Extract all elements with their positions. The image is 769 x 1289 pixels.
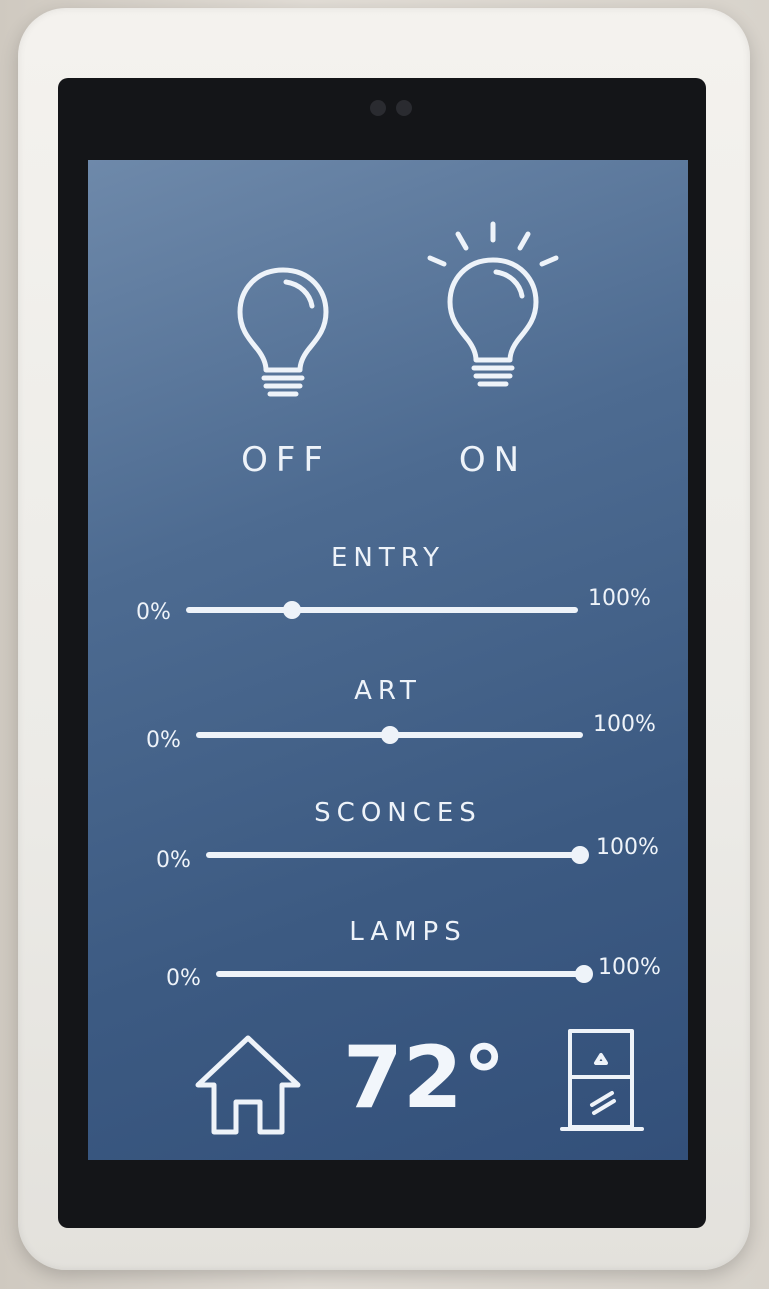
slider-title-entry: ENTRY [330, 543, 446, 573]
lightbulb-off-icon [237, 267, 329, 397]
slider-track-art[interactable] [196, 726, 583, 744]
slider-title-art: ART [354, 676, 422, 706]
slider-track-sconces[interactable] [206, 846, 589, 864]
slider-thumb-art[interactable] [380, 726, 399, 744]
lights-on-button[interactable]: ON [408, 220, 568, 500]
slider-min-label-art: 0% [146, 728, 181, 753]
lightbulb-on-icon [427, 221, 559, 387]
slider-max-label-art: 100% [593, 712, 656, 737]
camera-sensor-right [396, 100, 412, 116]
slider-min-label-lamps: 0% [166, 966, 201, 991]
slider-max-label-entry: 100% [588, 586, 651, 611]
window-icon [560, 1029, 644, 1131]
lights-on-label: ON [458, 440, 528, 480]
lights-off-button[interactable]: OFF [208, 250, 358, 510]
lights-off-label: OFF [241, 440, 331, 480]
slider-thumb-sconces[interactable] [571, 846, 589, 864]
slider-min-label-entry: 0% [136, 600, 171, 625]
touch-screen: OFF ON ENTRY 0% 100% ART 0% 100% SCONCES… [88, 160, 688, 1160]
slider-track-entry[interactable] [186, 601, 578, 619]
slider-track-lamps[interactable] [216, 965, 593, 983]
temperature-readout[interactable]: 72° [343, 1028, 506, 1128]
slider-title-sconces: SCONCES [314, 798, 482, 828]
slider-max-label-sconces: 100% [596, 835, 659, 860]
slider-title-lamps: LAMPS [349, 917, 467, 947]
home-icon [195, 1035, 301, 1135]
slider-thumb-lamps[interactable] [575, 965, 593, 983]
window-button[interactable] [558, 1025, 648, 1135]
slider-thumb-entry[interactable] [282, 601, 301, 619]
camera-sensor-left [370, 100, 386, 116]
slider-max-label-lamps: 100% [598, 955, 661, 980]
home-button[interactable] [188, 1030, 308, 1140]
slider-min-label-sconces: 0% [156, 848, 191, 873]
